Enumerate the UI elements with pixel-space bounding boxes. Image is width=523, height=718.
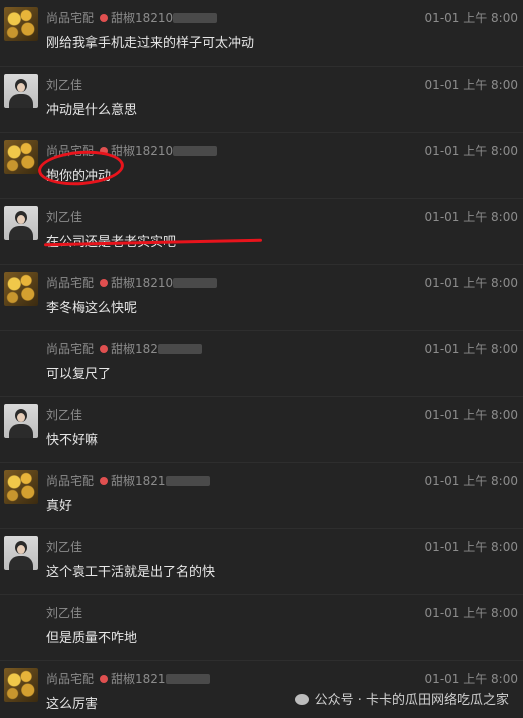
message-row[interactable]: 刘乙佳01-01 上午 8:00在公司还是老老实实吧 [0, 198, 523, 264]
message-text: 真好 [46, 499, 73, 514]
sender-label: 刘乙佳 [46, 78, 83, 92]
sender-remark: 甜椒18210 [111, 276, 174, 290]
redaction-blur [173, 278, 218, 288]
sender-label: 刘乙佳 [46, 210, 83, 224]
message-time: 01-01 上午 8:00 [424, 11, 518, 25]
sender-label: 刘乙佳 [46, 606, 83, 620]
avatar[interactable] [4, 7, 38, 41]
wechat-icon [294, 694, 309, 705]
sender-name: 刘乙佳 [46, 538, 82, 555]
sender-name: 尚品宅配 甜椒182 [46, 340, 202, 357]
sender-name: 尚品宅配 甜椒18210 [46, 9, 218, 26]
message-time: 01-01 上午 8:00 [424, 672, 518, 686]
message-text: 快不好嘛 [46, 433, 99, 448]
avatar[interactable] [4, 272, 38, 306]
avatar[interactable] [4, 404, 38, 438]
message-time: 01-01 上午 8:00 [424, 210, 518, 224]
message-row[interactable]: 刘乙佳 01-01 上午 8:00 冲动是什么意思 [0, 66, 523, 132]
sender-name: 刘乙佳 [46, 76, 82, 93]
sender-label: 刘乙佳 [46, 540, 83, 554]
message-row[interactable]: 刘乙佳 01-01 上午 8:00 这个袁工干活就是出了名的快 [0, 528, 523, 594]
message-text: 刚给我拿手机走过来的样子可太冲动 [46, 36, 255, 51]
sender-label: 尚品宅配 [46, 672, 95, 686]
message-time: 01-01 上午 8:00 [424, 474, 518, 488]
avatar[interactable] [4, 668, 38, 702]
avatar[interactable] [4, 140, 38, 174]
search-icon [100, 14, 109, 22]
message-time: 01-01 上午 8:00 [424, 276, 518, 290]
sender-remark: 甜椒1821 [111, 474, 166, 488]
message-time: 01-01 上午 8:00 [424, 606, 518, 620]
redaction-blur [165, 476, 210, 486]
message-time: 01-01 上午 8:00 [424, 540, 518, 554]
search-icon [100, 477, 109, 485]
search-icon [100, 279, 109, 287]
message-text: 这么厉害 [46, 697, 99, 712]
message-row[interactable]: 尚品宅配 甜椒182 01-01 上午 8:00 可以复尺了 [0, 330, 523, 396]
sender-name: 刘乙佳 [46, 406, 82, 423]
message-time: 01-01 上午 8:00 [424, 78, 518, 92]
message-row[interactable]: 尚品宅配 甜椒18210 01-01 上午 8:00 刚给我拿手机走过来的样子可太冲动 [0, 0, 523, 66]
message-text: 可以复尺了 [46, 367, 112, 382]
message-time: 01-01 上午 8:00 [424, 144, 518, 158]
sender-name: 尚品宅配 甜椒1821 [46, 472, 210, 489]
sender-remark: 甜椒182 [111, 342, 158, 356]
redaction-blur [173, 146, 218, 156]
sender-label: 尚品宅配 [46, 474, 95, 488]
sender-name: 刘乙佳 [46, 604, 82, 621]
message-text: 冲动是什么意思 [46, 103, 138, 118]
sender-remark: 甜椒1821 [111, 672, 166, 686]
redaction-blur [157, 344, 202, 354]
sender-label: 尚品宅配 [46, 276, 95, 290]
message-row[interactable]: 刘乙佳 01-01 上午 8:00 但是质量不咋地 [0, 594, 523, 660]
avatar[interactable] [4, 74, 38, 108]
sender-label: 尚品宅配 [46, 11, 95, 25]
search-icon [100, 345, 109, 353]
sender-name: 刘乙佳 [46, 208, 82, 225]
message-row[interactable]: 尚品宅配 甜椒1821 01-01 上午 8:00 真好 [0, 462, 523, 528]
sender-remark: 甜椒18210 [111, 11, 174, 25]
search-icon [100, 675, 109, 683]
avatar[interactable] [4, 206, 38, 240]
message-text: 但是质量不咋地 [46, 631, 138, 646]
message-time: 01-01 上午 8:00 [424, 408, 518, 422]
redaction-blur [173, 13, 218, 23]
chat-history: 尚品宅配 甜椒18210 01-01 上午 8:00 刚给我拿手机走过来的样子可太冲动… [0, 0, 523, 718]
avatar[interactable] [4, 470, 38, 504]
sender-name: 尚品宅配 甜椒18210 [46, 274, 218, 291]
watermark: 公众号 · 卡卡的瓜田网络吃瓜之家 [294, 689, 509, 708]
message-row[interactable]: 尚品宅配 甜椒18210 01-01 上午 8:00 李冬梅这么快呢 [0, 264, 523, 330]
message-row[interactable]: 刘乙佳 01-01 上午 8:00 快不好嘛 [0, 396, 523, 462]
sender-label: 尚品宅配 [46, 342, 95, 356]
sender-name: 尚品宅配 甜椒1821 [46, 670, 210, 687]
message-text: 李冬梅这么快呢 [46, 301, 138, 316]
avatar[interactable] [4, 536, 38, 570]
sender-label: 刘乙佳 [46, 408, 83, 422]
watermark-text: 公众号 · 卡卡的瓜田网络吃瓜之家 [314, 693, 509, 708]
redaction-blur [165, 674, 210, 684]
sender-remark: 甜椒18210 [111, 144, 174, 158]
message-time: 01-01 上午 8:00 [424, 342, 518, 356]
message-text: 这个袁工干活就是出了名的快 [46, 565, 216, 580]
